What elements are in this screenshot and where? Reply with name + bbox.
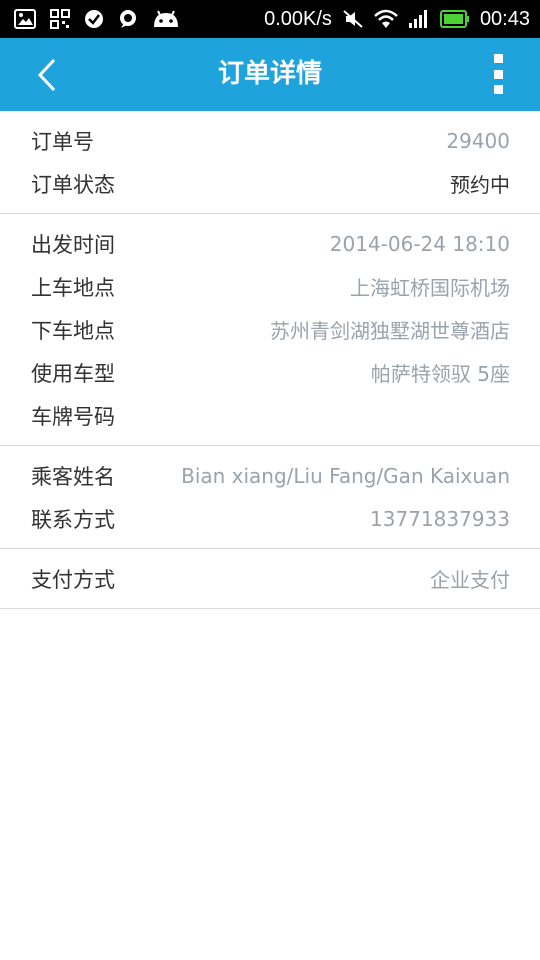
order-status-row: 订单状态 预约中	[0, 162, 540, 205]
order-number-row: 订单号 29400	[0, 119, 540, 162]
status-bar: 0.00K/s 00:43	[0, 0, 540, 38]
contact-row: 联系方式 13771837933	[0, 497, 540, 540]
clock: 00:43	[479, 7, 530, 30]
car-type-label: 使用车型	[31, 361, 115, 386]
app-bar: 订单详情	[0, 38, 540, 111]
license-plate-row: 车牌号码	[0, 394, 540, 437]
payment-section: 支付方式 企业支付	[0, 549, 540, 609]
pickup-location-row: 上车地点 上海虹桥国际机场	[0, 265, 540, 308]
android-icon	[152, 9, 180, 29]
menu-dot-icon	[493, 85, 503, 94]
dropoff-location-row: 下车地点 苏州青剑湖独墅湖世尊酒店	[0, 308, 540, 351]
battery-icon	[439, 10, 470, 28]
departure-time-label: 出发时间	[31, 232, 115, 257]
dropoff-location-value: 苏州青剑湖独墅湖世尊酒店	[270, 319, 510, 343]
car-type-row: 使用车型 帕萨特领驭 5座	[0, 351, 540, 394]
qr-code-icon	[50, 9, 70, 29]
status-bar-right: 0.00K/s 00:43	[254, 8, 530, 31]
passenger-name-row: 乘客姓名 Bian xiang/Liu Fang/Gan Kaixuan	[0, 454, 540, 497]
image-icon	[14, 9, 36, 29]
order-section: 订单号 29400 订单状态 预约中	[0, 111, 540, 214]
contact-label: 联系方式	[31, 507, 115, 532]
net-speed: 0.00K/s	[264, 7, 332, 30]
dropoff-location-label: 下车地点	[31, 318, 115, 343]
car-type-value: 帕萨特领驭 5座	[370, 362, 510, 386]
passenger-section: 乘客姓名 Bian xiang/Liu Fang/Gan Kaixuan 联系方…	[0, 446, 540, 549]
passenger-name-label: 乘客姓名	[31, 464, 115, 489]
order-details: 订单号 29400 订单状态 预约中 出发时间 2014-06-24 18:10…	[0, 111, 540, 609]
departure-time-value: 2014-06-24 18:10	[329, 231, 510, 256]
payment-method-label: 支付方式	[31, 567, 115, 592]
chat-bubble-icon	[118, 9, 138, 29]
contact-value[interactable]: 13771837933	[370, 507, 510, 531]
page-title: 订单详情	[217, 59, 322, 89]
menu-dot-icon	[493, 69, 503, 79]
departure-time-row: 出发时间 2014-06-24 18:10	[0, 222, 540, 265]
overflow-menu-button[interactable]	[486, 54, 510, 94]
order-number-label: 订单号	[31, 129, 94, 154]
order-status-label: 订单状态	[31, 172, 115, 197]
payment-method-row: 支付方式 企业支付	[0, 557, 540, 600]
pickup-location-value: 上海虹桥国际机场	[350, 276, 510, 300]
mute-icon	[342, 9, 364, 29]
order-number-value: 29400	[446, 128, 510, 153]
status-bar-left	[14, 9, 194, 29]
signal-icon	[408, 9, 430, 29]
menu-dot-icon	[493, 54, 503, 63]
order-status-value: 预约中	[450, 173, 510, 197]
trip-section: 出发时间 2014-06-24 18:10 上车地点 上海虹桥国际机场 下车地点…	[0, 214, 540, 446]
pickup-location-label: 上车地点	[31, 275, 115, 300]
payment-method-value: 企业支付	[430, 568, 510, 592]
check-circle-icon	[84, 9, 104, 29]
passenger-name-value: Bian xiang/Liu Fang/Gan Kaixuan	[181, 463, 510, 488]
wifi-icon	[374, 9, 398, 29]
license-plate-label: 车牌号码	[31, 404, 115, 429]
